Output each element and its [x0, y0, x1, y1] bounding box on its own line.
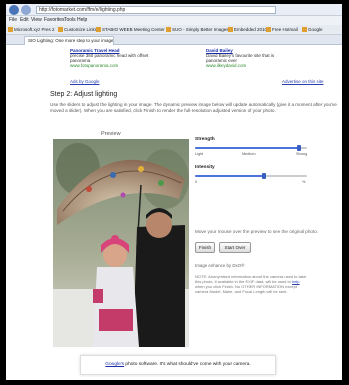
bookmark-item[interactable]: Customize Links [58, 25, 97, 34]
menu-help[interactable]: Help [77, 16, 87, 25]
bookmark-item[interactable]: STABIO WEEB Meeting Center [96, 25, 165, 34]
bookmark-item[interactable]: Embedded 2010 [228, 25, 267, 34]
bookmark-icon [8, 27, 13, 32]
ad-text: precise 360 panoramic head with offset p… [70, 53, 149, 63]
url-input[interactable]: http://fotomarket.com/ffm/e/lighting.php [36, 6, 276, 14]
back-button-icon[interactable] [9, 5, 19, 15]
menu-view[interactable]: View [31, 16, 42, 25]
slider-tick-label: Strong [296, 152, 308, 156]
slider-thumb[interactable] [297, 145, 302, 151]
finish-button[interactable]: Finish [195, 242, 215, 253]
ads-by-google-link[interactable]: Ads by Google [70, 79, 100, 84]
ad-text: David Bailey's favourite site that is pa… [206, 53, 275, 63]
footer-promo: Google's photo software. It's what shoul… [80, 355, 276, 375]
forward-button-icon[interactable] [21, 5, 31, 15]
bookmark-icon [166, 27, 171, 32]
bookmark-icon [266, 27, 271, 32]
photo-illustration [53, 139, 189, 347]
bookmarks-bar: Microsoft.xyz Pres 2 Customize Links STA… [6, 25, 342, 35]
start-over-button[interactable]: Start Over [219, 242, 251, 253]
menu-tools[interactable]: Tools [64, 16, 76, 25]
bookmark-item[interactable]: Free Hotmail [266, 25, 298, 34]
strength-slider[interactable] [195, 145, 307, 151]
ad-block[interactable]: David Bailey David Bailey's favourite si… [206, 48, 296, 68]
slider-tick-label: 0 [195, 180, 198, 184]
address-bar: http://fotomarket.com/ffm/e/lighting.php [6, 4, 342, 16]
tab-bar: SIO Lighting: One more step to your imag… [6, 35, 342, 45]
bookmark-icon [96, 27, 101, 32]
bookmark-item[interactable]: SUO - Simply Better Images [166, 25, 229, 34]
note-text: NOTE: Anonymised information about the c… [195, 274, 307, 294]
footer-brand-link[interactable]: Google's [105, 362, 124, 367]
bookmark-icon [228, 27, 233, 32]
credit-text: Image enhance by DxO® [195, 263, 245, 268]
browser-window: http://fotomarket.com/ffm/e/lighting.php… [6, 4, 342, 380]
slider-tick-label: Medium [242, 152, 256, 156]
slider-tick-label: Light [195, 152, 204, 156]
slider-fill [195, 147, 300, 149]
bookmark-item[interactable]: Google [302, 25, 323, 34]
slider-fill [195, 175, 265, 177]
hint-text: Move your mouse over the preview to see … [195, 229, 319, 234]
footer-text: photo software. It's what should've come… [125, 362, 251, 367]
intro-text: Use the sliders to adjust the lighting i… [50, 102, 337, 113]
bookmark-icon [302, 27, 307, 32]
menu-file[interactable]: File [9, 16, 17, 25]
ad-url[interactable]: www.fotopanorama.com [70, 63, 160, 68]
page-title: Step 2: Adjust lighting [50, 91, 118, 98]
preview-image[interactable] [53, 139, 189, 347]
ad-block[interactable]: Panoramic Travel Head precise 360 panora… [70, 48, 160, 68]
menu-favorites[interactable]: Favorites [44, 16, 65, 25]
strength-label: Strength [195, 137, 215, 142]
preview-label: Preview [101, 131, 121, 137]
tab-active[interactable]: SIO Lighting: One more step to your imag… [24, 36, 114, 45]
page-content: Panoramic Travel Head precise 360 panora… [6, 45, 342, 380]
bookmark-item[interactable]: Microsoft.xyz Pres 2 [8, 25, 55, 34]
intensity-slider[interactable] [195, 173, 307, 179]
advertise-link[interactable]: Advertise on this site [282, 79, 324, 84]
menu-bar: File Edit View Favorites Tools Help [6, 16, 342, 25]
bookmark-icon [58, 27, 63, 32]
intensity-label: Intensity [195, 165, 215, 170]
menu-edit[interactable]: Edit [20, 16, 29, 25]
slider-thumb[interactable] [262, 173, 267, 179]
ad-url[interactable]: www.ilkeydavid.com [206, 63, 296, 68]
slider-tick-label: % [302, 180, 306, 184]
